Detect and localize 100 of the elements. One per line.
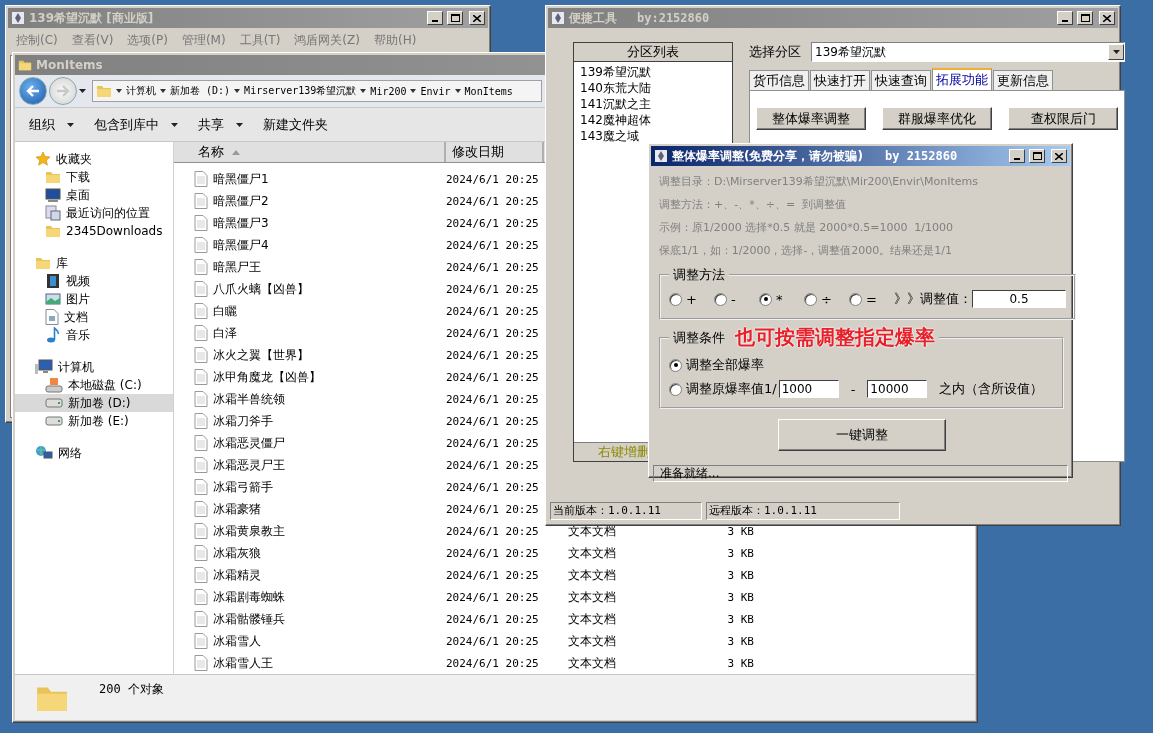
list-item[interactable]: 142魔神超体 [580, 112, 726, 128]
sidebar-item[interactable]: 库 [15, 254, 173, 272]
close-button[interactable] [1099, 11, 1115, 25]
table-cell-text: 文本文档 [568, 588, 617, 606]
radio-button[interactable] [669, 382, 682, 396]
back-button[interactable] [19, 77, 47, 105]
toolbar-button[interactable]: 新建文件夹 [263, 113, 328, 136]
sidebar-item[interactable]: 新加卷 (D:) [15, 394, 173, 412]
minimize-button[interactable] [1009, 149, 1025, 163]
sidebar-item[interactable]: 2345Downloads [15, 222, 173, 240]
sidebar-item[interactable]: 文档 [15, 308, 173, 326]
maximize-button[interactable] [447, 11, 463, 25]
tab[interactable]: 货币信息 [749, 70, 809, 90]
document-icon [194, 523, 208, 539]
file-name[interactable]: 暗黑尸王 [213, 258, 413, 276]
table-cell-text: 文本文档 [568, 610, 617, 628]
column-header[interactable]: 名称 [174, 142, 446, 162]
value-field[interactable]: 0.5 [972, 290, 1066, 308]
sidebar-item[interactable]: 新加卷 (E:) [15, 412, 173, 430]
document-icon [194, 237, 208, 253]
file-name[interactable]: 冰甲角魔龙【凶兽】 [213, 368, 413, 386]
file-name[interactable]: 冰霜恶灵尸王 [213, 456, 413, 474]
partition-select[interactable]: 139希望沉默 [811, 42, 1125, 62]
dropdown-button[interactable] [1108, 44, 1124, 60]
file-name[interactable]: 冰霜雪人 [213, 632, 413, 650]
radio-button[interactable] [714, 292, 727, 306]
file-name[interactable]: 暗黑僵尸2 [213, 192, 413, 210]
action-button[interactable]: 整体爆率调整 [756, 107, 866, 130]
minimize-button[interactable] [1057, 11, 1073, 25]
file-name[interactable]: 冰霜弓箭手 [213, 478, 413, 496]
close-button[interactable] [1051, 149, 1067, 163]
file-name[interactable]: 冰霜灰狼 [213, 544, 413, 562]
dropdown-caret-icon [236, 122, 243, 127]
table-cell-text: 2024/6/1 20:25 [446, 216, 540, 230]
file-name[interactable]: 冰霜半兽统领 [213, 390, 413, 408]
file-name[interactable]: 冰霜豪猪 [213, 500, 413, 518]
chevron-icon [116, 89, 122, 93]
radio-button[interactable] [669, 292, 682, 306]
list-item[interactable]: 143魔之域 [580, 128, 726, 144]
minimize-button[interactable] [427, 11, 443, 25]
info-text: 调整方法：+、-、*、÷、= 到调整值 [659, 197, 848, 213]
sidebar-item[interactable]: 下载 [15, 168, 173, 186]
file-name[interactable]: 冰霜黄泉教主 [213, 522, 413, 540]
radio-button[interactable] [759, 292, 772, 306]
file-name[interactable]: 冰霜恶灵僵尸 [213, 434, 413, 452]
file-name[interactable]: 冰火之翼【世界】 [213, 346, 413, 364]
breadcrumb[interactable]: Envir [420, 85, 451, 97]
tab[interactable]: 更新信息 [993, 70, 1053, 90]
breadcrumb[interactable]: 计算机 [126, 84, 156, 98]
tab[interactable]: 快速查询 [871, 70, 931, 90]
list-item[interactable]: 141沉默之主 [580, 96, 726, 112]
file-name[interactable]: 暗黑僵尸1 [213, 170, 413, 188]
sidebar-item[interactable]: 计算机 [15, 358, 173, 376]
file-name[interactable]: 冰霜精灵 [213, 566, 413, 584]
radio-button[interactable] [804, 292, 817, 306]
sidebar-item[interactable]: 最近访问的位置 [15, 204, 173, 222]
chevron-icon [360, 89, 367, 93]
tab[interactable]: 拓展功能 [932, 68, 992, 90]
address-bar[interactable]: 计算机 新加卷 (D:) Mirserver139希望沉默 Mir200 Envir MonItems [92, 80, 542, 102]
action-button[interactable]: 群服爆率优化 [882, 107, 992, 130]
file-name[interactable]: 暗黑僵尸3 [213, 214, 413, 232]
breadcrumb[interactable]: MonItems [464, 85, 513, 97]
sidebar-item[interactable]: 图片 [15, 290, 173, 308]
sidebar-item[interactable]: 音乐 [15, 326, 173, 344]
sidebar-item[interactable]: 网络 [15, 444, 173, 462]
close-icon [473, 14, 481, 22]
list-item[interactable]: 139希望沉默 [580, 64, 726, 80]
tab[interactable]: 快速打开 [810, 70, 870, 90]
breadcrumb[interactable]: Mirserver139希望沉默 [244, 84, 357, 98]
file-name[interactable]: 白泽 [213, 324, 413, 342]
sidebar-item[interactable]: 视频 [15, 272, 173, 290]
file-name[interactable]: 白矖 [213, 302, 413, 320]
file-name[interactable]: 暗黑僵尸4 [213, 236, 413, 254]
close-button[interactable] [469, 11, 485, 25]
breadcrumb[interactable]: Mir200 [370, 85, 407, 97]
sidebar-item[interactable]: 本地磁盘 (C:) [15, 376, 173, 394]
maximize-button[interactable] [1077, 11, 1093, 25]
file-name[interactable]: 冰霜刀斧手 [213, 412, 413, 430]
document-icon [194, 281, 208, 297]
apply-button[interactable]: 一键调整 [777, 419, 946, 451]
file-name[interactable]: 冰霜骷髅锤兵 [213, 610, 413, 628]
toolbar-button[interactable]: 共享 [198, 113, 243, 136]
breadcrumb[interactable]: 新加卷 (D:) [170, 84, 231, 98]
toolbar-button[interactable]: 组织 [29, 113, 74, 136]
maximize-button[interactable] [1029, 149, 1045, 163]
annotation-text: 也可按需调整指定爆率 [735, 324, 935, 351]
file-name[interactable]: 八爪火螭【凶兽】 [213, 280, 413, 298]
input-field[interactable]: 1000 [778, 380, 839, 398]
input-field[interactable]: 10000 [867, 380, 928, 398]
action-button[interactable]: 查权限后门 [1008, 107, 1118, 130]
radio-button[interactable] [849, 292, 862, 306]
table-cell-text: 2024/6/1 20:25 [446, 260, 540, 274]
file-name[interactable]: 冰霜雪人王 [213, 654, 413, 672]
list-item[interactable]: 140东荒大陆 [580, 80, 726, 96]
sidebar-item[interactable]: 收藏夹 [15, 150, 173, 168]
info-text: 保底1/1，如：1/2000，选择-，调整值2000。结果还是1/1 [659, 243, 954, 259]
chevron-icon [454, 89, 461, 93]
file-name[interactable]: 冰霜剧毒蜘蛛 [213, 588, 413, 606]
sidebar-item[interactable]: 桌面 [15, 186, 173, 204]
toolbar-button[interactable]: 包含到库中 [94, 113, 178, 136]
